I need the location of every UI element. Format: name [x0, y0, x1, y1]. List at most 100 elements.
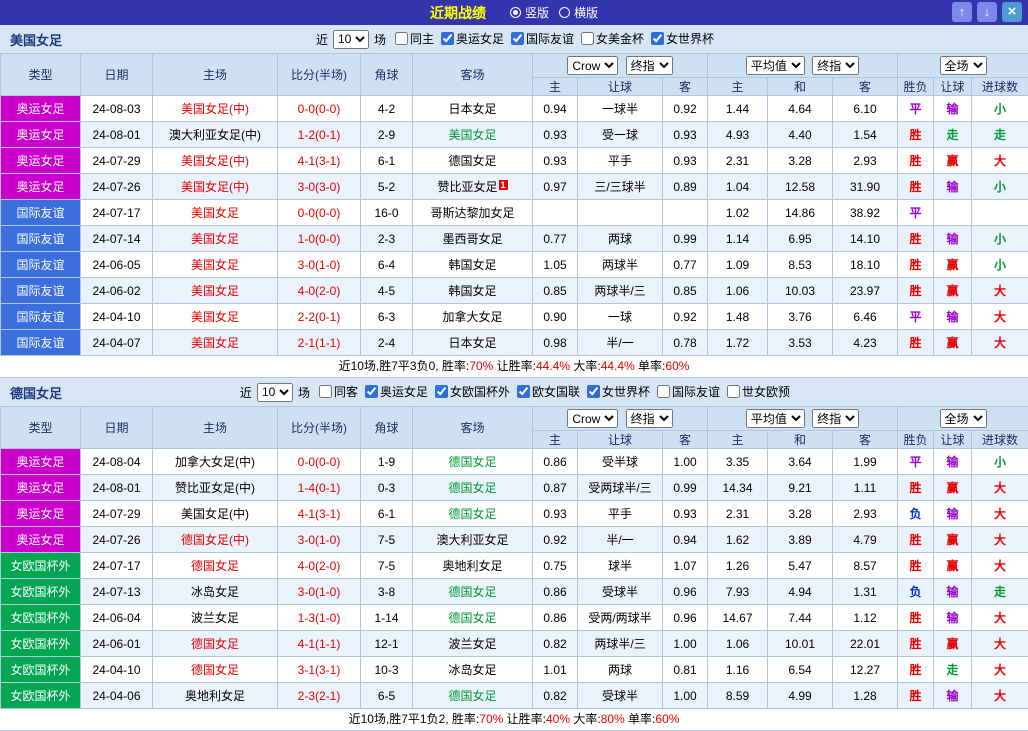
handicap-line: 受球半	[578, 683, 663, 709]
match-count-select[interactable]: 10	[257, 383, 293, 402]
handicap-away-odds: 0.93	[663, 501, 708, 527]
away-team: 德国女足	[413, 501, 533, 527]
handicap-away-odds	[663, 200, 708, 226]
handicap-odds-header: Crow 终指	[533, 54, 708, 78]
match-date: 24-07-26	[81, 527, 153, 553]
home-team: 美国女足(中)	[153, 501, 278, 527]
filter-checkbox[interactable]: 国际友谊	[511, 30, 574, 47]
checkbox-input[interactable]	[517, 385, 530, 398]
scroll-down-button[interactable]: ↓	[977, 2, 997, 22]
filter-label: 女世界杯	[602, 383, 650, 400]
home-team: 美国女足	[153, 330, 278, 356]
filter-checkbox-list: 同主奥运女足国际友谊女美金杯女世界杯	[388, 30, 714, 48]
checkbox-input[interactable]	[441, 32, 454, 45]
home-team: 德国女足	[153, 657, 278, 683]
close-icon[interactable]: ×	[1002, 2, 1022, 22]
filter-checkbox[interactable]: 女世界杯	[651, 30, 714, 47]
home-team: 德国女足	[153, 631, 278, 657]
match-row: 奥运女足24-08-04加拿大女足(中)0-0(0-0)1-9德国女足0.86受…	[1, 449, 1028, 475]
checkbox-input[interactable]	[587, 385, 600, 398]
avg-home-odds: 2.31	[708, 148, 768, 174]
filter-checkbox[interactable]: 同客	[319, 383, 358, 400]
radio-horizontal-label: 横版	[574, 4, 598, 21]
filter-bar: 近 10 场 同主奥运女足国际友谊女美金杯女世界杯	[150, 30, 1028, 49]
summary-segment: 70%	[479, 712, 503, 726]
scope-header: 全场	[898, 407, 1028, 431]
scope-select[interactable]: 全场	[940, 409, 987, 428]
title-bar: 近期战绩 竖版 横版 ↑ ↓ ×	[0, 0, 1028, 25]
summary-segment: 44.4%	[536, 359, 570, 373]
odds-time-select[interactable]: 终指	[626, 409, 673, 428]
handicap-line: 三/三球半	[578, 174, 663, 200]
match-row: 国际友谊24-06-05美国女足3-0(1-0)6-4韩国女足1.05两球半0.…	[1, 252, 1028, 278]
result-wdl: 胜	[898, 657, 934, 683]
checkbox-input[interactable]	[319, 385, 332, 398]
checkbox-input[interactable]	[511, 32, 524, 45]
avg-draw-odds: 3.28	[768, 148, 833, 174]
checkbox-input[interactable]	[365, 385, 378, 398]
filter-checkbox[interactable]: 奥运女足	[441, 30, 504, 47]
away-team: 奥地利女足	[413, 553, 533, 579]
odds-time-select[interactable]: 终指	[626, 56, 673, 75]
result-wdl: 胜	[898, 226, 934, 252]
filter-checkbox[interactable]: 欧女国联	[517, 383, 580, 400]
match-type: 女欧国杯外	[1, 553, 81, 579]
scope-select[interactable]: 全场	[940, 56, 987, 75]
checkbox-input[interactable]	[581, 32, 594, 45]
filter-checkbox[interactable]: 女美金杯	[581, 30, 644, 47]
handicap-away-odds: 0.81	[663, 657, 708, 683]
radio-vertical[interactable]: 竖版	[510, 4, 549, 21]
result-handicap: 赢	[934, 527, 972, 553]
avg-source-select[interactable]: 平均值	[746, 56, 805, 75]
handicap-line: 平手	[578, 148, 663, 174]
avg-home-odds: 1.62	[708, 527, 768, 553]
avg-home-odds: 1.06	[708, 278, 768, 304]
score: 0-0(0-0)	[278, 449, 361, 475]
filter-checkbox[interactable]: 同主	[395, 30, 434, 47]
away-team: 德国女足	[413, 475, 533, 501]
avg-time-select[interactable]: 终指	[812, 409, 859, 428]
col-header-avg-home: 主	[708, 431, 768, 449]
avg-time-select[interactable]: 终指	[812, 56, 859, 75]
scroll-up-button[interactable]: ↑	[952, 2, 972, 22]
avg-home-odds: 1.09	[708, 252, 768, 278]
checkbox-input[interactable]	[657, 385, 670, 398]
match-date: 24-07-29	[81, 148, 153, 174]
filter-checkbox[interactable]: 奥运女足	[365, 383, 428, 400]
avg-source-select[interactable]: 平均值	[746, 409, 805, 428]
match-date: 24-07-17	[81, 200, 153, 226]
match-date: 24-06-05	[81, 252, 153, 278]
avg-away-odds: 12.27	[833, 657, 898, 683]
page-title: 近期战绩	[430, 3, 486, 23]
score: 2-3(2-1)	[278, 683, 361, 709]
away-team: 美国女足	[413, 122, 533, 148]
score: 1-0(0-0)	[278, 226, 361, 252]
avg-away-odds: 2.93	[833, 148, 898, 174]
filter-checkbox[interactable]: 世女欧预	[727, 383, 790, 400]
checkbox-input[interactable]	[727, 385, 740, 398]
match-type: 女欧国杯外	[1, 683, 81, 709]
result-goals: 大	[972, 475, 1028, 501]
avg-away-odds: 14.10	[833, 226, 898, 252]
odds-source-select[interactable]: Crow	[567, 56, 618, 75]
result-wdl: 胜	[898, 475, 934, 501]
match-count-select[interactable]: 10	[333, 30, 369, 49]
filter-checkbox[interactable]: 国际友谊	[657, 383, 720, 400]
match-row: 国际友谊24-07-17美国女足0-0(0-0)16-0哥斯达黎加女足1.021…	[1, 200, 1028, 226]
avg-away-odds: 1.28	[833, 683, 898, 709]
handicap-line: 受两球半/三	[578, 475, 663, 501]
home-team: 美国女足	[153, 278, 278, 304]
radio-horizontal[interactable]: 横版	[559, 4, 598, 21]
avg-home-odds: 14.34	[708, 475, 768, 501]
match-type: 奥运女足	[1, 527, 81, 553]
odds-source-select[interactable]: Crow	[567, 409, 618, 428]
filter-checkbox[interactable]: 女世界杯	[587, 383, 650, 400]
handicap-line: 平手	[578, 501, 663, 527]
checkbox-input[interactable]	[435, 385, 448, 398]
checkbox-input[interactable]	[651, 32, 664, 45]
checkbox-input[interactable]	[395, 32, 408, 45]
handicap-home-odds: 0.86	[533, 449, 578, 475]
filter-label: 女欧国杯外	[450, 383, 510, 400]
filter-checkbox[interactable]: 女欧国杯外	[435, 383, 510, 400]
result-wdl: 胜	[898, 174, 934, 200]
